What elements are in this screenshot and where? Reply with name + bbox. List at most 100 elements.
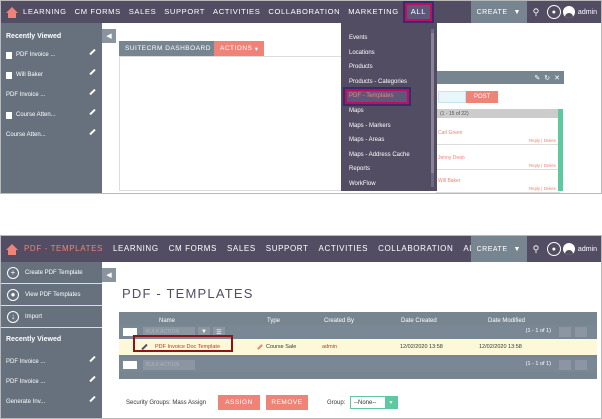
nav-activities[interactable]: ACTIVITIES [314,236,374,262]
menu-item-products[interactable]: Products [341,60,437,75]
template-name-link[interactable]: PDF Invoice Doc Template [155,344,220,350]
pencil-icon[interactable] [257,344,263,350]
sidebar-action-view[interactable]: ● View PDF Templates [1,284,102,306]
pencil-icon[interactable] [89,128,96,136]
menu-item-maps-address-cache[interactable]: Maps - Address Cache [341,148,437,163]
nav-learning[interactable]: LEARNING [108,236,164,262]
nav-learning[interactable]: LEARNING [19,1,71,23]
column-header-type[interactable]: Type [267,318,280,324]
menu-item-events[interactable]: Events [341,31,437,46]
sidebar-item-label: PDF Invoice ... [6,359,46,365]
scrollbar[interactable] [558,109,563,191]
nav-all[interactable]: ALL [402,1,435,23]
user-name[interactable]: admin [578,246,597,253]
pencil-icon[interactable] [89,355,96,363]
sidebar-item[interactable]: Course Atten... [1,125,102,145]
avatar[interactable] [562,243,575,255]
nav-activities[interactable]: ACTIVITIES [209,1,264,23]
group-select[interactable]: --None-- ▾ [350,396,398,409]
sidebar-item[interactable]: PDF Invoice ... [1,352,102,372]
sidebar-item-label: Generate Inv... [6,399,46,405]
nav-marketing[interactable]: MARKETING [344,1,403,23]
refresh-icon[interactable]: ↻ [544,74,550,82]
pager-next-button[interactable] [575,360,587,370]
activity-user[interactable]: Will Baker [438,178,461,184]
pencil-icon[interactable] [89,395,96,403]
nav-support[interactable]: SUPPORT [160,1,209,23]
nav-current-module[interactable]: PDF - TEMPLATES [19,236,108,262]
pager-next-button[interactable] [575,327,587,337]
menu-item-products-categories[interactable]: Products - Categories [341,75,437,90]
collapse-sidebar-icon[interactable]: ◀ [102,29,116,43]
column-header-name[interactable]: Name [159,318,175,324]
notifications-icon[interactable]: ● [545,236,563,262]
reply-delete[interactable]: Reply | Delete [529,163,556,168]
assign-button[interactable]: ASSIGN [218,395,260,410]
remove-button[interactable]: REMOVE [266,395,308,410]
column-header-created-by[interactable]: Created By [324,318,354,324]
top-navbar: LEARNING CM FORMS SALES SUPPORT ACTIVITI… [1,1,601,23]
table-row[interactable]: PDF Invoice Doc Template Course Sale adm… [119,335,597,355]
column-header-date-modified[interactable]: Date Modified [488,318,525,324]
sidebar-item[interactable]: Course Atten... [1,105,102,125]
reply-delete[interactable]: Reply | Delete [529,186,556,191]
sidebar-item[interactable]: Generate Inv... [1,392,102,412]
sidebar: Recently Viewed PDF Invoice ... Will Bak… [1,23,102,193]
pencil-icon[interactable] [89,375,96,383]
post-input[interactable] [438,91,466,103]
menu-item-reports[interactable]: Reports [341,162,437,177]
menu-item-maps-areas[interactable]: Maps - Areas [341,133,437,148]
nav-collaboration[interactable]: COLLABORATION [264,1,344,23]
collapse-sidebar-icon[interactable]: ◀ [102,268,116,282]
menu-item-maps-markers[interactable]: Maps - Markers [341,119,437,134]
search-icon[interactable]: ⚲ [527,1,545,23]
nav-cm-forms[interactable]: CM FORMS [164,236,222,262]
bulk-action-button[interactable]: BULK ACTION [143,360,195,370]
cell-date-modified: 12/02/2020 13:58 [479,344,522,350]
home-icon[interactable] [5,6,19,18]
nav-support[interactable]: SUPPORT [261,236,314,262]
actions-button[interactable]: ACTIONS ▾ [214,41,265,56]
dropdown-scrollbar[interactable] [431,29,434,187]
notifications-icon[interactable]: ● [545,1,563,23]
sidebar-action-import[interactable]: ↓ Import [1,306,102,328]
nav-collaboration[interactable]: COLLABORATION [373,236,458,262]
search-icon[interactable]: ⚲ [527,236,545,262]
menu-item-pdf-templates[interactable]: PDF - Templates [343,87,411,106]
pencil-icon[interactable] [89,68,96,76]
create-button[interactable]: CREATE ▼ [470,236,527,262]
create-button[interactable]: CREATE ▼ [470,1,527,23]
menu-item-maps[interactable]: Maps [341,104,437,119]
sidebar-item[interactable]: Will Baker [1,65,102,85]
column-header-date-created[interactable]: Date Created [401,318,437,324]
menu-item-locations[interactable]: Locations [341,46,437,61]
pencil-icon[interactable] [89,48,96,56]
select-all-checkbox[interactable] [123,361,137,369]
activity-user[interactable]: Carl Green [438,130,462,136]
home-icon[interactable] [5,243,19,255]
activity-stream-dashlet: ✎ ↻ ✕ POST (1 - 15 of 22) Carl Green Reply … [436,71,564,193]
nav-sales[interactable]: SALES [222,236,261,262]
sidebar-action-create[interactable]: + Create PDF Template [1,262,102,284]
pager-prev-button[interactable] [559,327,571,337]
sidebar-item[interactable]: PDF Invoice ... [1,45,102,65]
nav-cm-forms[interactable]: CM FORMS [71,1,125,23]
edit-icon[interactable]: ✎ [534,74,540,82]
menu-item-workflow[interactable]: WorkFlow [341,177,437,192]
reply-delete[interactable]: Reply | Delete [529,138,556,143]
pencil-icon[interactable] [89,88,96,96]
created-by-link[interactable]: admin [322,344,337,350]
pager-prev-button[interactable] [559,360,571,370]
avatar[interactable] [562,6,575,18]
sidebar-item-label: PDF Invoice ... [6,92,46,98]
user-name[interactable]: admin [578,9,597,16]
post-button[interactable]: POST [466,91,499,103]
tab-suitecrm-dashboard[interactable]: SUITECRM DASHBOARD [119,41,217,56]
sidebar-item[interactable]: PDF Invoice ... [1,372,102,392]
pencil-icon[interactable] [89,108,96,116]
main-menu: LEARNING CM FORMS SALES SUPPORT ACTIVITI… [19,1,435,23]
nav-sales[interactable]: SALES [125,1,160,23]
close-icon[interactable]: ✕ [554,74,560,82]
activity-user[interactable]: Jenny Dean [438,155,465,161]
sidebar-item[interactable]: PDF Invoice ... [1,85,102,105]
